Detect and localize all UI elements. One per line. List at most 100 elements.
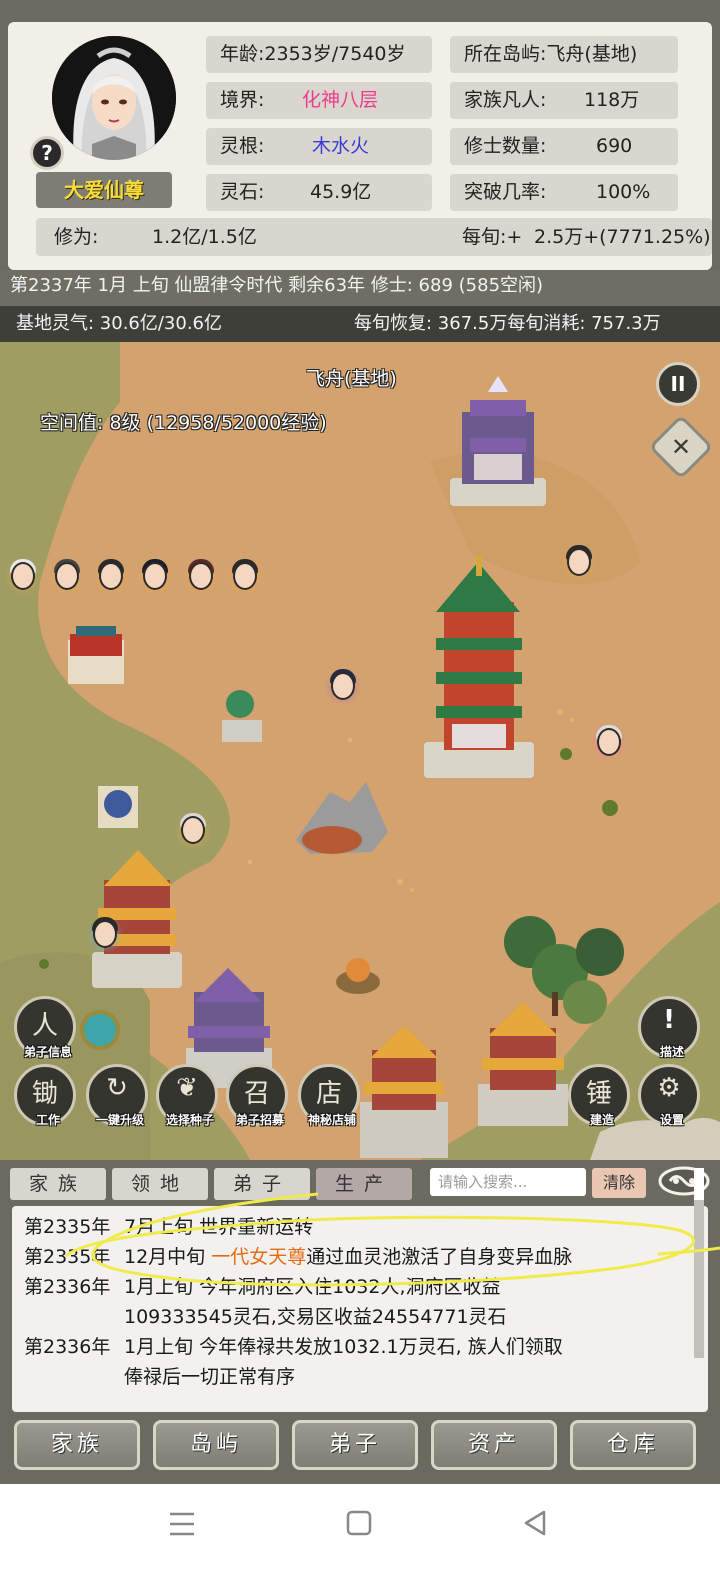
age-value: 2353岁/7540岁 <box>264 43 406 65</box>
disciple-sprite[interactable] <box>48 558 86 596</box>
nav-island[interactable]: 岛屿 <box>153 1420 279 1470</box>
disciple-sprite[interactable] <box>560 544 598 582</box>
disciple-sprite[interactable] <box>324 668 362 706</box>
settings-button[interactable]: ⚙ 设置 <box>638 1064 700 1127</box>
cultivator-count-label: 修士数量: <box>464 135 547 157</box>
disciple-sprite[interactable] <box>590 724 628 762</box>
cultivation-value: 1.2亿/1.5亿 <box>152 226 257 248</box>
per-xun-value: 2.5万+(7771.25%) <box>534 226 711 248</box>
age-stat: 年龄:2353岁/7540岁 <box>206 36 432 73</box>
upgrade-icon: ↻ <box>106 1073 128 1103</box>
base-map[interactable]: 飞舟(基地) 空间值: 8级 (12958/52000经验) II ✕ 人 弟子… <box>0 342 720 1160</box>
bottom-nav: 家族 岛屿 弟子 资产 仓库 <box>0 1418 720 1478</box>
lower-panel: 家族 领地 弟子 生产 清除 第2335年 7月上旬 世界重新运转 第2335年… <box>0 1160 720 1484</box>
help-button[interactable]: ? <box>30 136 64 170</box>
island-label: 所在岛屿: <box>464 43 547 65</box>
back-icon[interactable] <box>524 1510 546 1536</box>
disciple-sprite[interactable] <box>136 558 174 596</box>
disciple-sprite[interactable] <box>174 812 212 850</box>
recruit-button[interactable]: 召 弟子招募 <box>226 1064 288 1127</box>
system-nav-icons <box>170 1510 546 1536</box>
recruit-label: 弟子招募 <box>235 1113 284 1127</box>
spirit-root-stat: 灵根: 木水火 <box>206 128 432 165</box>
cultivation-label: 修为: <box>54 226 99 248</box>
nav-disciples[interactable]: 弟子 <box>292 1420 418 1470</box>
breakthrough-label: 突破几率: <box>464 181 547 203</box>
describe-button[interactable]: ! 描述 <box>638 996 700 1059</box>
avatar-portrait-icon <box>52 36 176 160</box>
cultivator-count-stat: 修士数量: 690 <box>450 128 678 165</box>
work-label: 工作 <box>35 1113 60 1127</box>
cultivator-count-value: 690 <box>596 135 633 157</box>
shop-icon: 店 <box>315 1079 342 1109</box>
describe-label: 描述 <box>659 1045 684 1059</box>
player-name[interactable]: 大爱仙尊 <box>36 172 172 208</box>
space-level-label: 空间值: 8级 (12958/52000经验) <box>40 412 327 434</box>
work-button[interactable]: 锄 工作 <box>14 1064 76 1127</box>
nav-warehouse[interactable]: 仓库 <box>570 1420 696 1470</box>
mortals-stat: 家族凡人: 118万 <box>450 82 678 119</box>
recruit-icon: 召 <box>243 1079 270 1109</box>
disciple-sprite[interactable] <box>86 916 124 954</box>
base-qi-line: 基地灵气: 30.6亿/30.6亿 每旬恢复: 367.5万每旬消耗: 757.… <box>0 306 720 342</box>
cultivation-bar: 修为: 1.2亿/1.5亿 每旬:+ 2.5万+(7771.25%) <box>36 218 712 256</box>
stats-frame: ? 大爱仙尊 年龄:2353岁/7540岁 境界: 化神八层 灵根: 木水火 灵… <box>0 0 720 308</box>
hammer-icon: 锤 <box>585 1079 612 1109</box>
menu-icon[interactable] <box>170 1512 194 1536</box>
log-entry-continuation: 俸禄后一切正常有序 <box>24 1362 674 1392</box>
close-icon: ✕ <box>670 433 692 461</box>
realm-value: 化神八层 <box>302 89 379 111</box>
realm-label: 境界: <box>220 89 265 111</box>
disciple-sprite[interactable] <box>92 558 130 596</box>
nav-assets[interactable]: 资产 <box>431 1420 557 1470</box>
mystery-shop-button[interactable]: 店 神秘店铺 <box>298 1064 360 1127</box>
gear-icon: ⚙ <box>657 1073 681 1103</box>
pause-button[interactable]: II <box>656 362 700 406</box>
nav-family[interactable]: 家族 <box>14 1420 140 1470</box>
build-button[interactable]: 锤 建造 <box>568 1064 630 1127</box>
island-value: 飞舟(基地) <box>546 43 638 65</box>
log-text: 109333545灵石,交易区收益24554771灵石 <box>124 1306 507 1328</box>
spirit-root-label: 灵根: <box>220 135 265 157</box>
spirit-root-value: 木水火 <box>312 135 370 157</box>
spirit-stone-stat: 灵石: 45.9亿 <box>206 174 432 211</box>
qi-flow-value: 每旬恢复: 367.5万每旬消耗: 757.3万 <box>354 313 661 334</box>
base-qi-value: 基地灵气: 30.6亿/30.6亿 <box>16 313 223 334</box>
spirit-stone-label: 灵石: <box>220 181 265 203</box>
log-entry: 第2336年 1月上旬 今年俸禄共发放1032.1万灵石, 族人们领取 <box>24 1332 674 1362</box>
disciple-info-icon: 人 <box>31 1011 58 1041</box>
per-xun-label: 每旬:+ <box>462 226 523 248</box>
spirit-stone-value: 45.9亿 <box>310 181 372 203</box>
mystery-shop-label: 神秘店铺 <box>307 1113 356 1127</box>
mortals-value: 118万 <box>584 89 640 111</box>
breakthrough-stat: 突破几率: 100% <box>450 174 678 211</box>
log-text: 俸禄后一切正常有序 <box>124 1366 296 1388</box>
log-text: 1月上旬 今年俸禄共发放1032.1万灵石, 族人们领取 <box>124 1336 563 1358</box>
era-status-line: 第2337年 1月 上旬 仙盟律令时代 剩余63年 修士: 689 (585空闲… <box>0 270 720 306</box>
log-date: 第2336年 <box>24 1336 111 1358</box>
age-label: 年龄: <box>220 43 265 65</box>
hoe-icon: 锄 <box>31 1079 58 1109</box>
avatar[interactable] <box>52 36 176 160</box>
settings-label: 设置 <box>659 1113 684 1127</box>
system-nav-bar <box>0 1484 720 1584</box>
game-screen: ? 大爱仙尊 年龄:2353岁/7540岁 境界: 化神八层 灵根: 木水火 灵… <box>0 0 720 1584</box>
island-stat: 所在岛屿:飞舟(基地) <box>450 36 678 73</box>
select-seed-button[interactable]: ❦ 选择种子 <box>156 1064 218 1127</box>
pause-icon: II <box>670 372 686 396</box>
hand-drawn-highlight-mark <box>64 1192 720 1287</box>
seed-icon: ❦ <box>176 1073 198 1103</box>
disciple-sprite[interactable] <box>4 558 42 596</box>
disciple-sprite[interactable] <box>226 558 264 596</box>
disciple-sprite[interactable] <box>182 558 220 596</box>
log-entry-continuation: 109333545灵石,交易区收益24554771灵石 <box>24 1302 674 1332</box>
mortals-label: 家族凡人: <box>464 89 547 111</box>
exclamation-icon: ! <box>663 1005 675 1035</box>
home-icon[interactable] <box>346 1510 372 1536</box>
disciple-info-label: 弟子信息 <box>23 1045 72 1059</box>
location-title: 飞舟(基地) <box>306 368 397 390</box>
realm-stat: 境界: 化神八层 <box>206 82 432 119</box>
breakthrough-value: 100% <box>596 181 651 203</box>
one-click-upgrade-button[interactable]: ↻ 一键升级 <box>86 1064 148 1127</box>
disciple-info-button[interactable]: 人 弟子信息 <box>14 996 76 1059</box>
